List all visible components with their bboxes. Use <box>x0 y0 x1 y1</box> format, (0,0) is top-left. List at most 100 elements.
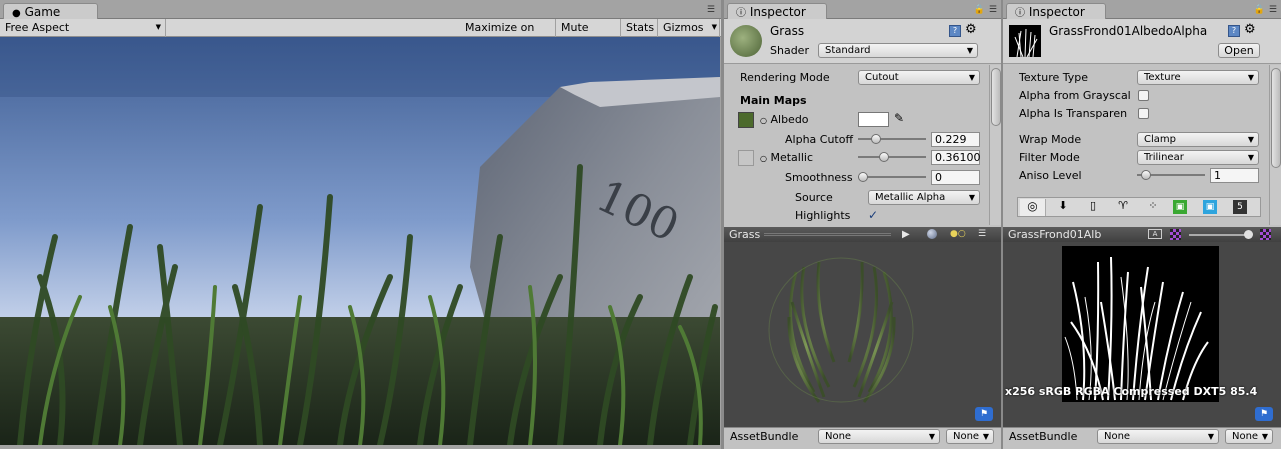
help-icon[interactable]: ? <box>1228 25 1240 37</box>
texture-type-dropdown[interactable]: Texture ▼ <box>1137 70 1259 85</box>
menu-icon[interactable]: ☰ <box>978 227 986 242</box>
gizmos-button[interactable]: Gizmos ▼ <box>658 19 720 37</box>
maximize-on-play-button[interactable]: Maximize on Play <box>460 19 556 51</box>
game-panel: ● Game ☰ Free Aspect ▼ Maximize on Play … <box>0 0 721 449</box>
panel-menu-icon[interactable]: ☰ <box>1269 5 1279 15</box>
albedo-texture-slot[interactable] <box>738 112 754 128</box>
mip-slider-knob[interactable] <box>1244 230 1253 239</box>
metallic-texture-slot[interactable] <box>738 150 754 166</box>
tab-inspector[interactable]: ⓘ Inspector <box>1006 3 1106 20</box>
globe-icon[interactable]: ◎ <box>1020 199 1046 216</box>
preview-resize-handle[interactable] <box>764 233 891 236</box>
tab-game[interactable]: ● Game <box>3 3 98 20</box>
source-dropdown[interactable]: Metallic Alpha ▼ <box>868 190 980 205</box>
filter-mode-value: Trilinear <box>1144 152 1184 163</box>
alpha-from-grayscale-label: Alpha from Grayscal <box>1019 89 1131 102</box>
open-button[interactable]: Open <box>1218 43 1260 58</box>
shader-value: Standard <box>825 45 871 56</box>
texture-preview-toolbar: GrassFrond01Alb A <box>1003 227 1281 242</box>
material-inspector-panel: ⓘ Inspector 🔒 ☰ Grass Shader Standard ▼ … <box>724 0 1001 449</box>
platform-tabs: ◎ ⬇ ▯ ♈ ⁘ ▣ ▣ 5 <box>1017 197 1261 217</box>
game-toolbar: Free Aspect ▼ Maximize on Play Mute audi… <box>0 19 721 51</box>
panel-splitter[interactable] <box>1001 0 1003 449</box>
alpha-is-transparency-checkbox[interactable] <box>1138 108 1149 119</box>
wrap-mode-dropdown[interactable]: Clamp ▼ <box>1137 132 1259 147</box>
material-sphere-icon <box>730 25 762 57</box>
aniso-level-slider[interactable] <box>1137 167 1205 184</box>
lock-icon[interactable]: 🔒 <box>1254 5 1267 15</box>
assetbundle-variant-dropdown[interactable]: None ▼ <box>946 429 994 444</box>
light-icon[interactable]: ●○ <box>950 227 966 242</box>
filter-mode-dropdown[interactable]: Trilinear ▼ <box>1137 150 1259 165</box>
help-icon[interactable]: ? <box>949 25 961 37</box>
alpha-cutoff-field[interactable]: 0.229 <box>931 132 980 147</box>
panel-splitter[interactable] <box>721 0 724 449</box>
stats-button[interactable]: Stats <box>621 19 658 37</box>
game-viewport[interactable]: 100 <box>0 37 720 445</box>
phone-icon[interactable]: ▯ <box>1080 199 1106 216</box>
panel-menu-icon[interactable]: ☰ <box>707 5 717 15</box>
inspector1-scrollbar[interactable] <box>989 65 1001 225</box>
rendering-mode-label: Rendering Mode <box>740 71 830 84</box>
wrap-mode-value: Clamp <box>1144 134 1176 145</box>
windows-phone-icon[interactable]: ▣ <box>1203 200 1217 214</box>
metallic-field[interactable]: 0.36100 <box>931 150 981 165</box>
inspector2-tab-label: Inspector <box>1028 5 1085 19</box>
mute-audio-button[interactable]: Mute audio <box>556 19 621 51</box>
assetbundle-value: None <box>825 431 852 442</box>
lock-icon[interactable]: 🔒 <box>974 5 987 15</box>
highlights-checkbox[interactable]: ✓ <box>868 209 881 222</box>
albedo-color-swatch[interactable] <box>858 112 889 127</box>
windows-store-icon[interactable]: ▣ <box>1173 200 1187 214</box>
smoothness-knob[interactable] <box>858 172 868 182</box>
inspector2-scrollbar[interactable] <box>1269 65 1281 225</box>
mip-slider[interactable] <box>1189 230 1253 239</box>
alpha-cutoff-knob[interactable] <box>871 134 882 144</box>
chevron-down-icon: ▼ <box>1261 432 1268 441</box>
metallic-slider[interactable] <box>858 149 926 166</box>
assetbundle-dropdown[interactable]: None ▼ <box>818 429 940 444</box>
gear-icon[interactable]: ⚙ <box>1244 22 1256 37</box>
download-icon[interactable]: ⬇ <box>1050 199 1076 216</box>
alpha-cutoff-slider[interactable] <box>858 131 926 148</box>
source-value: Metallic Alpha <box>875 192 946 203</box>
smoothness-field[interactable]: 0 <box>931 170 980 185</box>
assetbundle-variant-value: None <box>953 431 980 442</box>
smoothness-label: Smoothness <box>785 171 853 184</box>
tag-icon[interactable]: ⚑ <box>1255 407 1273 421</box>
wrap-mode-label: Wrap Mode <box>1019 133 1082 146</box>
shader-dropdown[interactable]: Standard ▼ <box>818 43 978 58</box>
aniso-level-knob[interactable] <box>1140 170 1151 180</box>
aspect-dropdown[interactable]: Free Aspect ▼ <box>0 19 166 37</box>
info-icon: ⓘ <box>1015 8 1025 19</box>
grass-sphere-preview <box>768 257 914 403</box>
inspector2-scroll-thumb[interactable] <box>1271 68 1281 168</box>
blackberry-icon[interactable]: ⁘ <box>1140 199 1166 216</box>
assetbundle-dropdown[interactable]: None ▼ <box>1097 429 1219 444</box>
play-icon[interactable]: ▶ <box>902 227 910 242</box>
assetbundle-value: None <box>1104 431 1131 442</box>
android-icon[interactable]: ♈ <box>1110 199 1136 216</box>
rendering-mode-dropdown[interactable]: Cutout ▼ <box>858 70 980 85</box>
checker-large-icon[interactable] <box>1260 229 1271 240</box>
metallic-knob[interactable] <box>878 152 889 162</box>
texture-preview[interactable]: x256 sRGB RGBA Compressed DXT5 85.4 ⚑ <box>1003 242 1281 427</box>
html5-icon[interactable]: 5 <box>1233 200 1247 214</box>
tab-inspector[interactable]: ⓘ Inspector <box>727 3 827 20</box>
sphere-icon[interactable] <box>927 229 937 239</box>
open-label: Open <box>1224 44 1254 57</box>
preview-title: Grass <box>729 228 761 241</box>
rgb-toggle-icon[interactable]: A <box>1148 229 1162 239</box>
checker-icon[interactable] <box>1170 229 1181 240</box>
material-preview[interactable]: ⚑ <box>724 242 1001 427</box>
inspector1-scroll-thumb[interactable] <box>991 68 1001 126</box>
eyedropper-icon[interactable]: ✎ <box>894 111 904 125</box>
alpha-from-grayscale-checkbox[interactable] <box>1138 90 1149 101</box>
smoothness-slider[interactable] <box>858 169 926 186</box>
panel-menu-icon[interactable]: ☰ <box>989 5 999 15</box>
game-tab-label: Game <box>24 5 61 19</box>
assetbundle-variant-dropdown[interactable]: None ▼ <box>1225 429 1273 444</box>
gear-icon[interactable]: ⚙ <box>965 22 977 37</box>
aniso-level-field[interactable]: 1 <box>1210 168 1259 183</box>
tag-icon[interactable]: ⚑ <box>975 407 993 421</box>
